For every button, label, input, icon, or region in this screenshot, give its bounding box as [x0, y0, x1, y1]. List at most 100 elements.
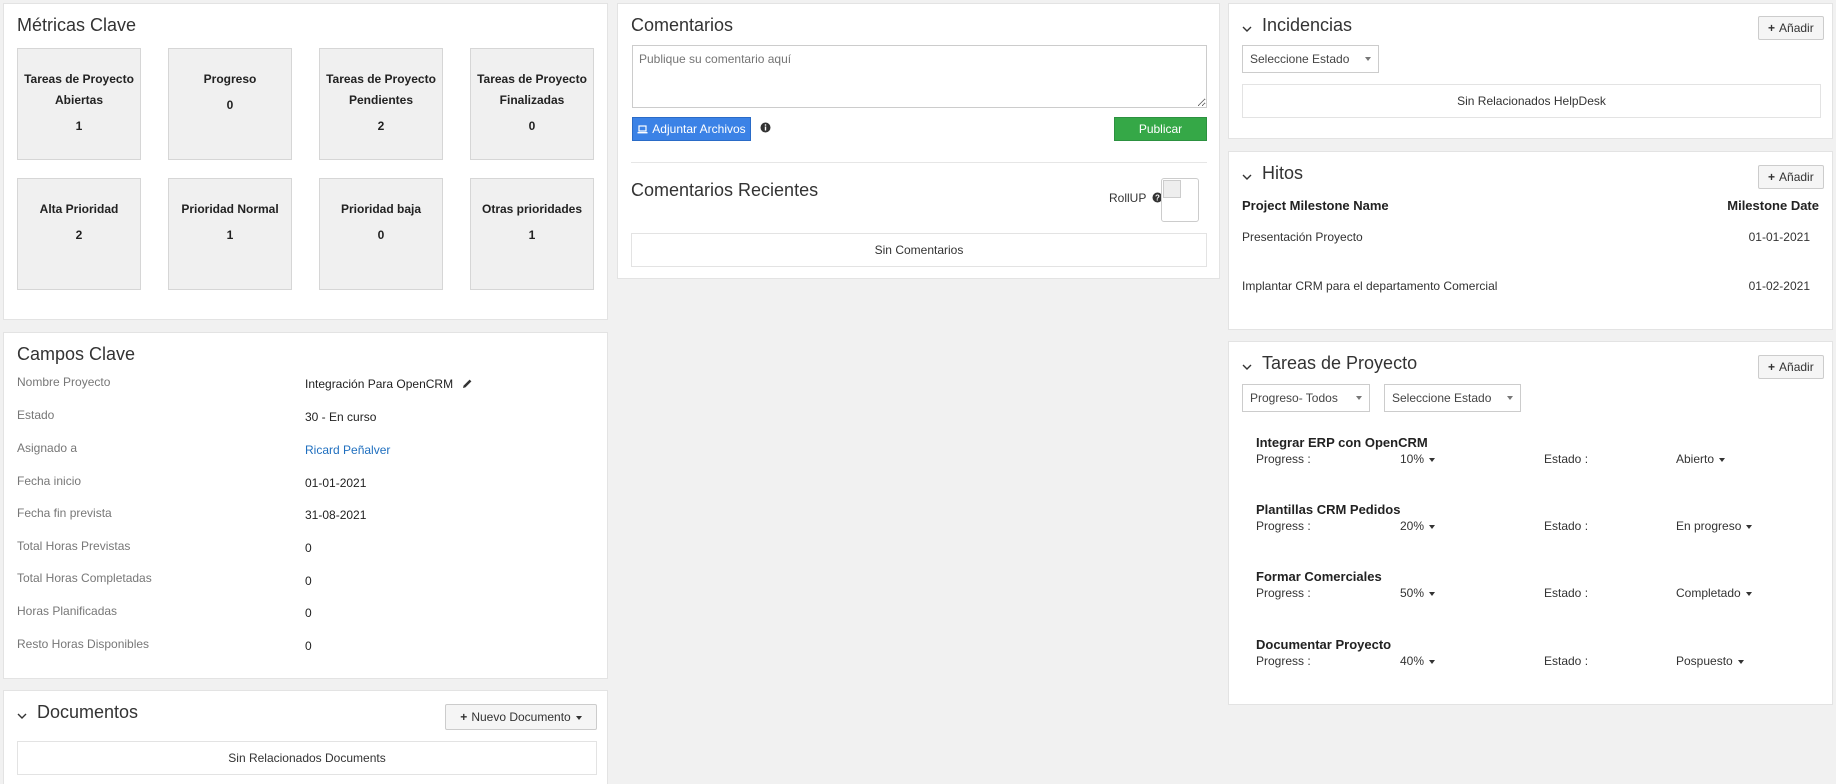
documents-panel: Documentos + Nuevo Documento Sin Relacion…	[3, 690, 608, 784]
progress-filter-select[interactable]: Progreso- Todos	[1242, 384, 1370, 412]
chevron-down-icon[interactable]	[1242, 166, 1252, 181]
field-value: 31-08-2021	[305, 508, 367, 522]
task-name[interactable]: Plantillas CRM Pedidos	[1256, 502, 1400, 517]
status-value: Abierto	[1676, 452, 1715, 466]
field-label: Total Horas Previstas	[17, 539, 131, 553]
task-status-dropdown[interactable]: En progreso	[1676, 519, 1753, 533]
field-value: 01-01-2021	[305, 476, 367, 490]
info-icon[interactable]	[760, 122, 771, 136]
pencil-icon[interactable]	[462, 378, 473, 392]
documents-empty: Sin Relacionados Documents	[17, 741, 597, 775]
task-progress-dropdown[interactable]: 50%	[1400, 586, 1436, 600]
incidents-empty: Sin Relacionados HelpDesk	[1242, 84, 1821, 118]
milestone-col-date: Milestone Date	[1727, 198, 1819, 213]
attach-files-button[interactable]: Adjuntar Archivos	[632, 117, 751, 141]
project-name: Integración Para OpenCRM	[305, 377, 454, 391]
select-value: Progreso- Todos	[1250, 391, 1338, 405]
laptop-icon	[637, 119, 648, 141]
field-label: Horas Planificadas	[17, 604, 118, 618]
caret-down-icon	[575, 715, 582, 720]
metrics-title: Métricas Clave	[17, 15, 137, 35]
progress-label: Progress :	[1256, 519, 1311, 533]
task-progress-dropdown[interactable]: 40%	[1400, 654, 1436, 668]
rollup-toggle[interactable]	[1161, 178, 1199, 222]
chevron-down-icon[interactable]	[1242, 18, 1252, 33]
milestone-name: Presentación Proyecto	[1242, 230, 1363, 244]
field-label: Resto Horas Disponibles	[17, 637, 150, 651]
progress-value: 40%	[1400, 654, 1425, 668]
task-status-dropdown[interactable]: Pospuesto	[1676, 654, 1744, 668]
metric-label: Tareas de Proyecto Pendientes	[326, 72, 436, 107]
field-value: 0	[305, 541, 312, 555]
svg-text:?: ?	[1156, 193, 1161, 202]
task-progress-dropdown[interactable]: 20%	[1400, 519, 1436, 533]
plus-icon: +	[1768, 21, 1776, 35]
assigned-user-link[interactable]: Ricard Peñalver	[305, 443, 390, 457]
attach-files-label: Adjuntar Archivos	[652, 122, 746, 136]
status-value: Pospuesto	[1676, 654, 1733, 668]
milestones-panel: Hitos + Añadir Project Milestone Name Mil…	[1228, 151, 1833, 330]
metric-label: Tareas de Proyecto Abiertas	[24, 72, 134, 107]
task-status-dropdown[interactable]: Abierto	[1676, 452, 1726, 466]
add-label: Añadir	[1779, 170, 1814, 184]
task-progress-dropdown[interactable]: 10%	[1400, 452, 1436, 466]
metric-label: Progreso	[203, 72, 257, 86]
incident-status-select[interactable]: Seleccione Estado	[1242, 45, 1379, 73]
add-task-button[interactable]: + Añadir	[1758, 355, 1824, 379]
chevron-down-icon[interactable]	[1242, 356, 1252, 371]
rollup-toggle-knob	[1163, 180, 1181, 198]
field-value: 0	[305, 606, 312, 620]
key-fields-panel: Campos Clave Nombre Proyecto Integración…	[3, 332, 608, 679]
progress-value: 10%	[1400, 452, 1425, 466]
add-label: Añadir	[1779, 360, 1814, 374]
metric-value: 1	[226, 228, 234, 242]
select-value: Seleccione Estado	[1392, 391, 1492, 405]
field-label: Fecha inicio	[17, 474, 82, 488]
key-fields-title: Campos Clave	[17, 344, 136, 364]
status-value: Completado	[1676, 586, 1741, 600]
progress-label: Progress :	[1256, 586, 1311, 600]
task-status-select[interactable]: Seleccione Estado	[1384, 384, 1521, 412]
task-name[interactable]: Formar Comerciales	[1256, 569, 1382, 584]
caret-down-icon	[1356, 396, 1362, 400]
new-document-button[interactable]: + Nuevo Documento	[445, 704, 597, 730]
progress-label: Progress :	[1256, 654, 1311, 668]
metric-card: Progreso 0	[168, 48, 292, 160]
milestone-name: Implantar CRM para el departamento Comer…	[1242, 279, 1498, 293]
publish-button[interactable]: Publicar	[1114, 117, 1207, 141]
caret-down-icon	[1507, 396, 1513, 400]
field-value: 30 - En curso	[305, 410, 377, 424]
metric-label: Tareas de Proyecto Finalizadas	[477, 72, 587, 107]
progress-value: 20%	[1400, 519, 1425, 533]
add-incident-button[interactable]: + Añadir	[1758, 16, 1824, 40]
metric-label: Alta Prioridad	[39, 202, 119, 216]
recent-comments-title: Comentarios Recientes	[631, 180, 819, 200]
metric-value: 1	[75, 119, 83, 133]
status-label: Estado :	[1544, 519, 1589, 533]
metric-value: 1	[528, 228, 536, 242]
metric-card: Tareas de Proyecto Pendientes 2	[319, 48, 443, 160]
milestones-title[interactable]: Hitos	[1242, 163, 1303, 184]
task-name[interactable]: Integrar ERP con OpenCRM	[1256, 435, 1428, 450]
milestones-title-label: Hitos	[1262, 163, 1304, 183]
new-document-label: Nuevo Documento	[471, 710, 571, 724]
documents-title[interactable]: Documentos	[17, 702, 138, 723]
add-milestone-button[interactable]: + Añadir	[1758, 165, 1824, 189]
task-name[interactable]: Documentar Proyecto	[1256, 637, 1391, 652]
metric-value: 0	[226, 98, 234, 112]
plus-icon: +	[460, 710, 468, 724]
tasks-title[interactable]: Tareas de Proyecto	[1242, 353, 1417, 374]
chevron-down-icon[interactable]	[17, 705, 27, 720]
metric-card: Prioridad Normal 1	[168, 178, 292, 290]
progress-label: Progress :	[1256, 452, 1311, 466]
task-status-dropdown[interactable]: Completado	[1676, 586, 1752, 600]
incidents-title[interactable]: Incidencias	[1242, 15, 1352, 36]
caret-down-icon	[1746, 524, 1753, 529]
metric-value: 0	[528, 119, 536, 133]
field-label: Total Horas Completadas	[17, 571, 152, 585]
comment-input[interactable]	[632, 45, 1207, 108]
metrics-panel: Métricas Clave Tareas de Proyecto Abiert…	[3, 3, 608, 320]
metric-label: Prioridad Normal	[181, 202, 279, 216]
status-value: En progreso	[1676, 519, 1742, 533]
field-label: Fecha fin prevista	[17, 506, 112, 520]
